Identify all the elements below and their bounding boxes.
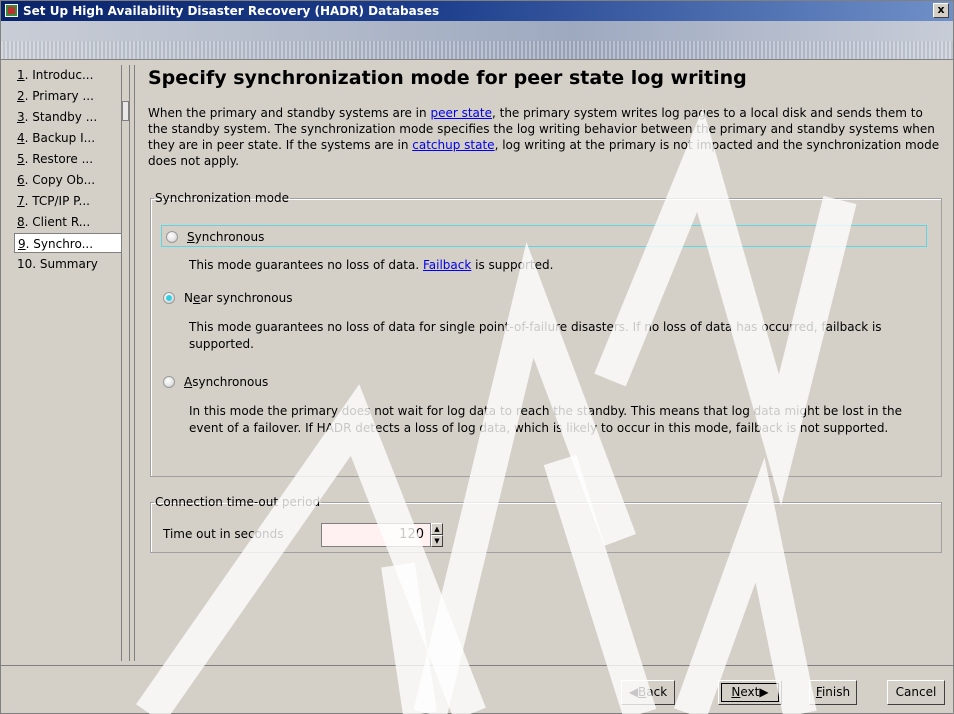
- synchronous-option[interactable]: Synchronous: [161, 225, 927, 247]
- step-label: . Introduc...: [24, 68, 94, 82]
- close-icon: x: [937, 3, 945, 16]
- peer-state-link[interactable]: peer state: [430, 106, 492, 120]
- synchronization-mode-group: Synchronization mode Synchronous This mo…: [150, 191, 942, 477]
- option-label: synchronous: [192, 375, 269, 389]
- option-label: ynchronous: [194, 230, 265, 244]
- asynchronous-description: In this mode the primary does not wait f…: [189, 404, 902, 435]
- step-mnemonic: 4: [17, 131, 25, 145]
- pane-splitter[interactable]: [129, 65, 135, 661]
- description-text: This mode guarantees no loss of data.: [189, 258, 423, 272]
- dialog-window: Set Up High Availability Disaster Recove…: [0, 0, 954, 714]
- window-title: Set Up High Availability Disaster Recove…: [23, 4, 440, 18]
- title-bar[interactable]: Set Up High Availability Disaster Recove…: [1, 1, 953, 21]
- step-primary[interactable]: 2. Primary ...: [17, 86, 94, 106]
- next-arrow-icon: ▶: [759, 685, 769, 699]
- step-copy-objects[interactable]: 6. Copy Ob...: [17, 170, 95, 190]
- timeout-label: Time out in seconds: [163, 527, 284, 541]
- spin-down-icon[interactable]: ▼: [431, 535, 443, 547]
- step-standby[interactable]: 3. Standby ...: [17, 107, 97, 127]
- option-mnemonic: S: [187, 230, 195, 244]
- button-label: ext: [740, 685, 760, 699]
- step-restore[interactable]: 5. Restore ...: [17, 149, 93, 169]
- step-label: 10. Summary: [17, 257, 98, 271]
- app-icon: [5, 4, 18, 17]
- connection-timeout-group: Connection time-out period Time out in s…: [150, 495, 942, 553]
- back-arrow-icon: ◀: [628, 685, 639, 699]
- button-bar: ◀Back Next▶ Finish Cancel: [1, 665, 953, 713]
- step-synchronization[interactable]: 9. Synchro...: [14, 233, 122, 253]
- timeout-spinner[interactable]: ▲ ▼: [431, 523, 443, 547]
- near-synchronous-radio[interactable]: [163, 292, 175, 304]
- step-mnemonic: 8: [17, 215, 25, 229]
- sync-group-legend: Synchronization mode: [155, 191, 289, 205]
- step-summary[interactable]: 10. Summary: [17, 254, 98, 274]
- spin-up-icon[interactable]: ▲: [431, 523, 443, 535]
- nav-scrollbar[interactable]: [122, 101, 129, 121]
- close-button[interactable]: x: [933, 3, 949, 18]
- step-introduction[interactable]: 1. Introduc...: [17, 65, 93, 85]
- description-text: is supported.: [471, 258, 554, 272]
- step-label: . Restore ...: [24, 152, 94, 166]
- step-mnemonic: 2: [17, 89, 25, 103]
- banner-pattern: [1, 41, 953, 59]
- option-mnemonic: A: [184, 375, 193, 389]
- page-title: Specify synchronization mode for peer st…: [148, 67, 747, 89]
- asynchronous-option[interactable]: Asynchronous: [159, 371, 268, 393]
- finish-button[interactable]: Finish: [809, 680, 857, 705]
- step-label: . Copy Ob...: [24, 173, 96, 187]
- step-tcpip[interactable]: 7. TCP/IP P...: [17, 191, 90, 211]
- step-label: . Standby ...: [24, 110, 98, 124]
- step-label: . Primary ...: [24, 89, 94, 103]
- step-label: . Backup I...: [24, 131, 96, 145]
- step-mnemonic: 3: [17, 110, 25, 124]
- step-label: . Synchro...: [25, 237, 94, 251]
- synchronous-radio[interactable]: [166, 231, 178, 243]
- cancel-button[interactable]: Cancel: [887, 680, 945, 705]
- near-synchronous-description: This mode guarantees no loss of data for…: [189, 320, 882, 351]
- option-label: N: [184, 291, 193, 305]
- asynchronous-radio[interactable]: [163, 376, 175, 388]
- step-backup[interactable]: 4. Backup I...: [17, 128, 95, 148]
- step-mnemonic: 5: [17, 152, 25, 166]
- timeout-group-legend: Connection time-out period: [155, 495, 321, 509]
- option-label: ar synchronous: [200, 291, 293, 305]
- near-synchronous-option[interactable]: Near synchronous: [159, 287, 292, 309]
- step-label: . TCP/IP P...: [24, 194, 90, 208]
- timeout-seconds-input[interactable]: 120: [321, 523, 431, 547]
- step-mnemonic: 1: [17, 68, 25, 82]
- intro-text: When the primary and standby systems are…: [148, 105, 943, 169]
- step-client-reroute[interactable]: 8. Client R...: [17, 212, 90, 232]
- catchup-state-link[interactable]: catchup state: [412, 138, 494, 152]
- intro-text-1: When the primary and standby systems are…: [148, 106, 431, 120]
- step-mnemonic: 9: [18, 237, 26, 251]
- synchronous-description: This mode guarantees no loss of data. Fa…: [189, 257, 939, 274]
- next-button[interactable]: Next▶: [718, 680, 782, 705]
- step-label: . Client R...: [24, 215, 91, 229]
- step-mnemonic: 6: [17, 173, 25, 187]
- header-banner: [1, 21, 953, 60]
- button-label: inish: [821, 685, 851, 699]
- main-panel: Specify synchronization mode for peer st…: [138, 63, 944, 661]
- back-button[interactable]: ◀Back: [621, 680, 675, 705]
- failback-link[interactable]: Failback: [423, 258, 471, 272]
- step-mnemonic: 7: [17, 194, 25, 208]
- button-label: ack: [646, 685, 668, 699]
- wizard-step-list: 1. Introduc... 2. Primary ... 3. Standby…: [11, 65, 122, 661]
